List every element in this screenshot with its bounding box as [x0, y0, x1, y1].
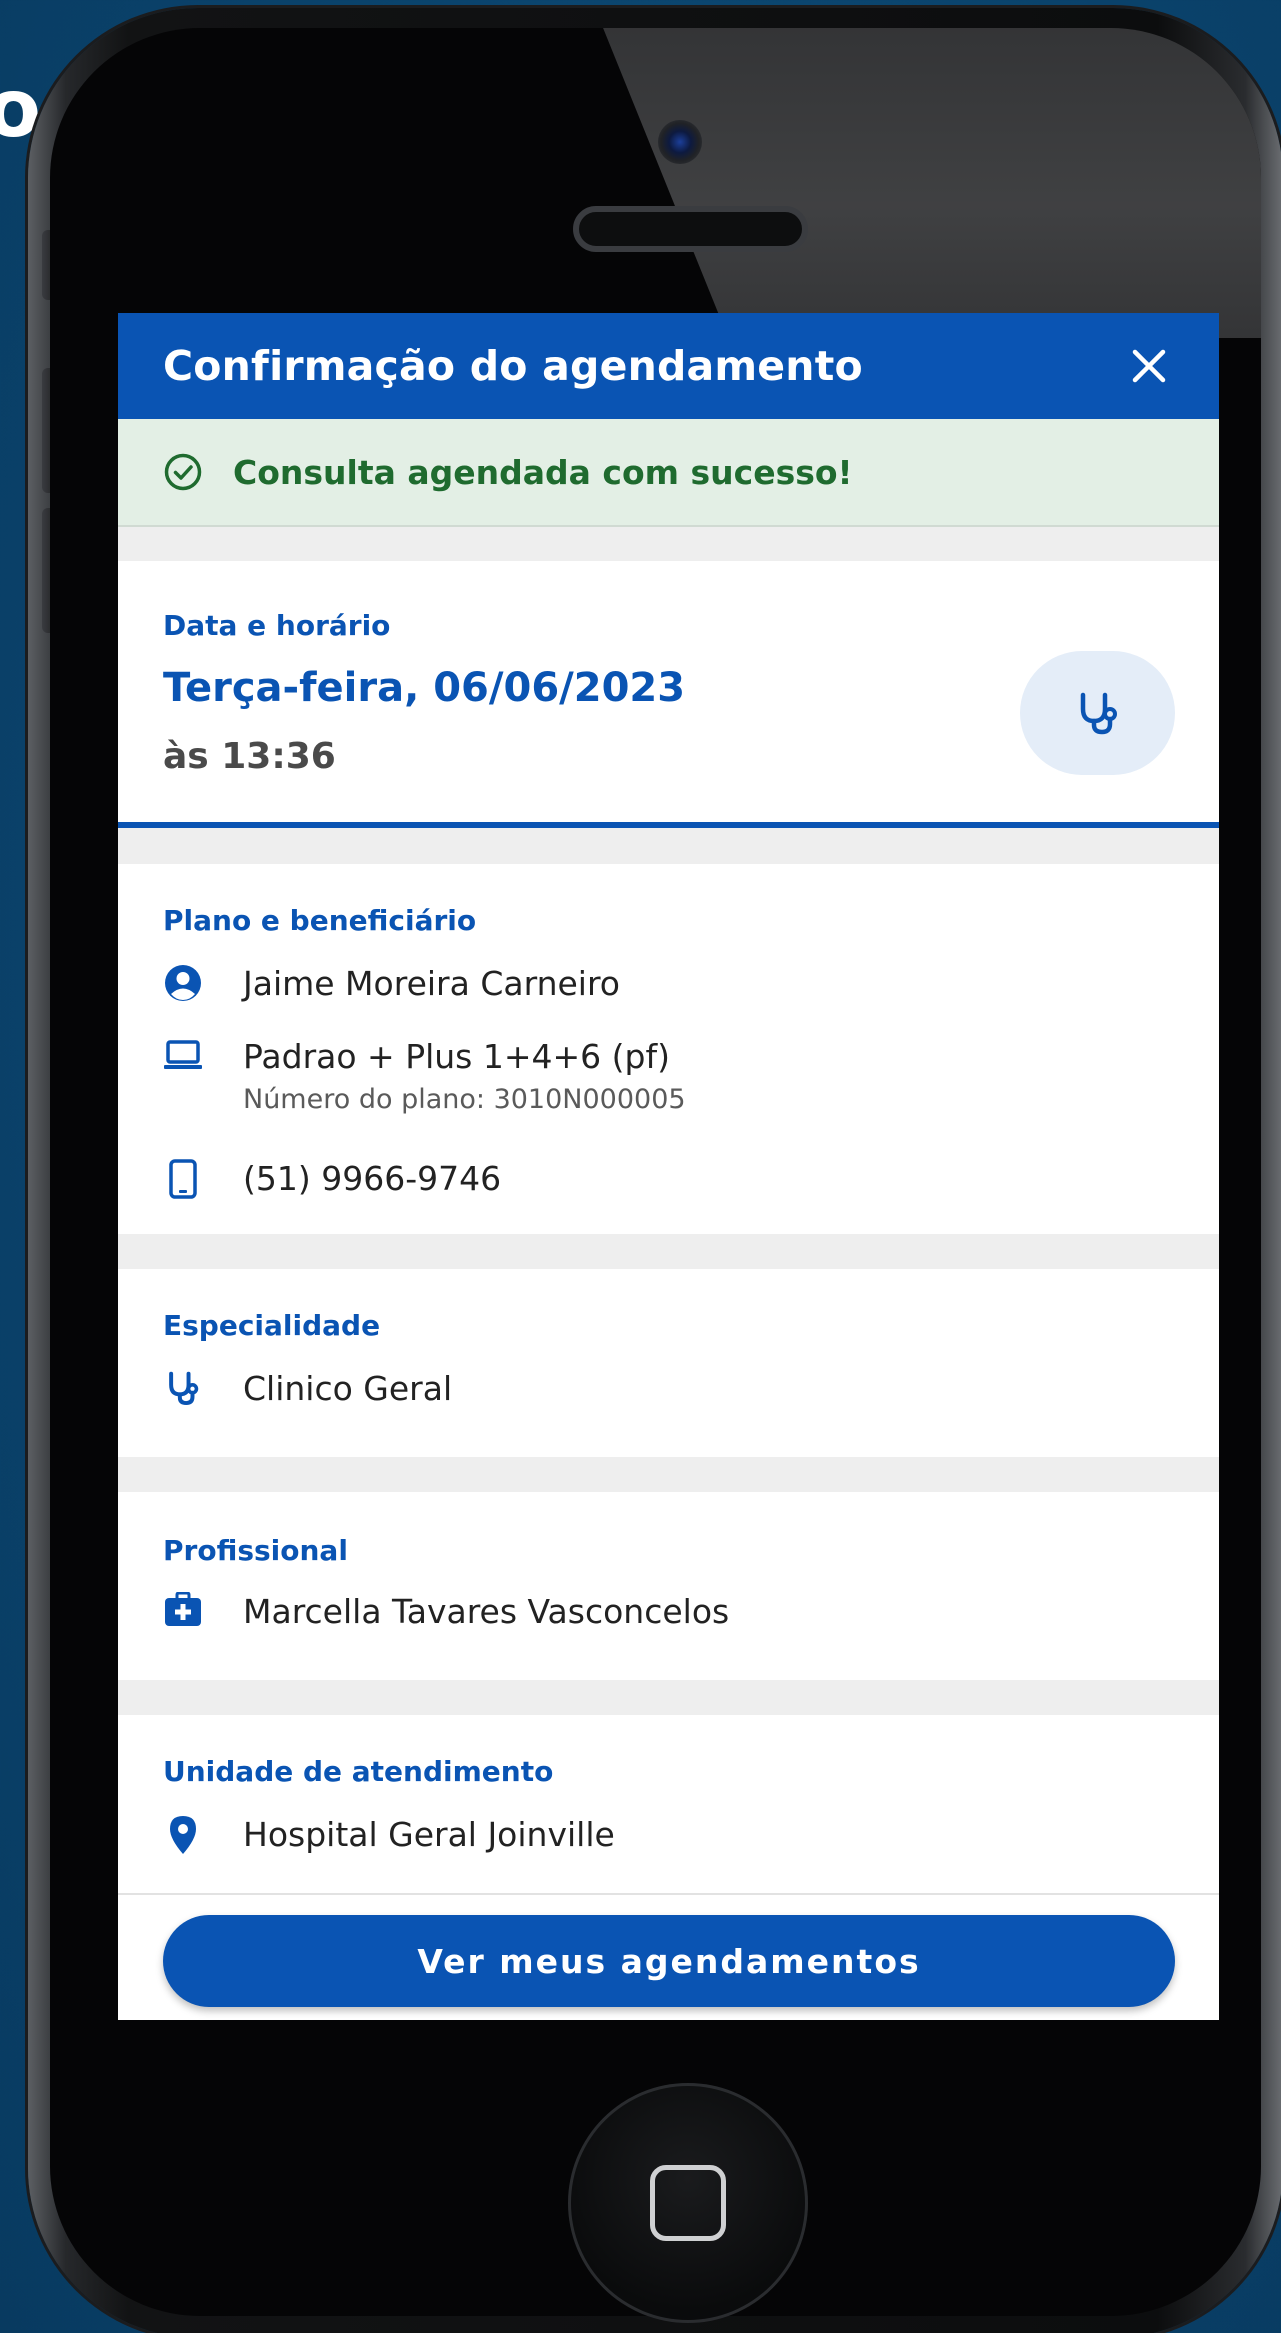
phone-number: (51) 9966-9746	[243, 1159, 502, 1198]
plan-label: Plano e beneficiário	[163, 904, 477, 937]
datetime-label: Data e horário	[163, 609, 391, 642]
plan-number: Número do plano: 3010N000005	[243, 1084, 686, 1115]
mobile-phone-icon	[169, 1159, 197, 1199]
close-button[interactable]	[1127, 344, 1171, 388]
unit-row: Hospital Geral Joinville	[163, 1815, 615, 1855]
bottom-action-bar: Ver meus agendamentos	[118, 1893, 1219, 2020]
location-pin-icon	[170, 1816, 196, 1854]
success-banner: Consulta agendada com sucesso!	[118, 419, 1219, 527]
specialty-badge	[1020, 651, 1175, 775]
stethoscope-icon	[169, 1371, 199, 1406]
medical-kit-icon	[165, 1592, 201, 1626]
earpiece-speaker	[573, 206, 808, 252]
stethoscope-icon	[1080, 692, 1117, 735]
datetime-card: Data e horário Terça-feira, 06/06/2023 à…	[118, 561, 1219, 828]
app-bar: Confirmação do agendamento	[118, 313, 1219, 419]
plan-name: Padrao + Plus 1+4+6 (pf)	[243, 1037, 670, 1076]
phone-row: (51) 9966-9746	[163, 1159, 501, 1199]
beneficiary-name: Jaime Moreira Carneiro	[243, 964, 620, 1003]
professional-card: Profissional Marcella Tavares Vasconcelo…	[118, 1492, 1219, 1680]
check-circle-icon	[164, 453, 202, 491]
page-title: Confirmação do agendamento	[163, 342, 863, 390]
front-camera	[658, 120, 702, 164]
unit-card: Unidade de atendimento Hospital Geral Jo…	[118, 1715, 1219, 1915]
close-icon	[1132, 349, 1166, 383]
home-button[interactable]	[568, 2083, 808, 2323]
professional-name: Marcella Tavares Vasconcelos	[243, 1592, 730, 1631]
plan-row: Padrao + Plus 1+4+6 (pf) Número do plano…	[163, 1037, 686, 1115]
professional-row: Marcella Tavares Vasconcelos	[163, 1592, 729, 1631]
specialty-row: Clinico Geral	[163, 1369, 452, 1408]
home-square-icon	[650, 2165, 726, 2241]
unit-name: Hospital Geral Joinville	[243, 1815, 615, 1854]
appointment-date: Terça-feira, 06/06/2023	[163, 665, 686, 711]
screen-glare	[595, 28, 1261, 338]
specialty-label: Especialidade	[163, 1309, 381, 1342]
success-message: Consulta agendada com sucesso!	[233, 452, 853, 492]
specialty-card: Especialidade Clinico Geral	[118, 1269, 1219, 1457]
app-screen: Confirmação do agendamento Consulta agen…	[118, 313, 1219, 2020]
view-appointments-button[interactable]: Ver meus agendamentos	[163, 1915, 1175, 2007]
laptop-icon	[164, 1040, 202, 1069]
specialty-name: Clinico Geral	[243, 1369, 453, 1408]
beneficiary-row: Jaime Moreira Carneiro	[163, 964, 620, 1003]
unit-label: Unidade de atendimento	[163, 1755, 554, 1788]
plan-card: Plano e beneficiário Jaime Moreira Carne…	[118, 864, 1219, 1234]
user-circle-icon	[165, 965, 201, 1001]
appointment-time: às 13:36	[163, 736, 336, 777]
professional-label: Profissional	[163, 1534, 348, 1567]
